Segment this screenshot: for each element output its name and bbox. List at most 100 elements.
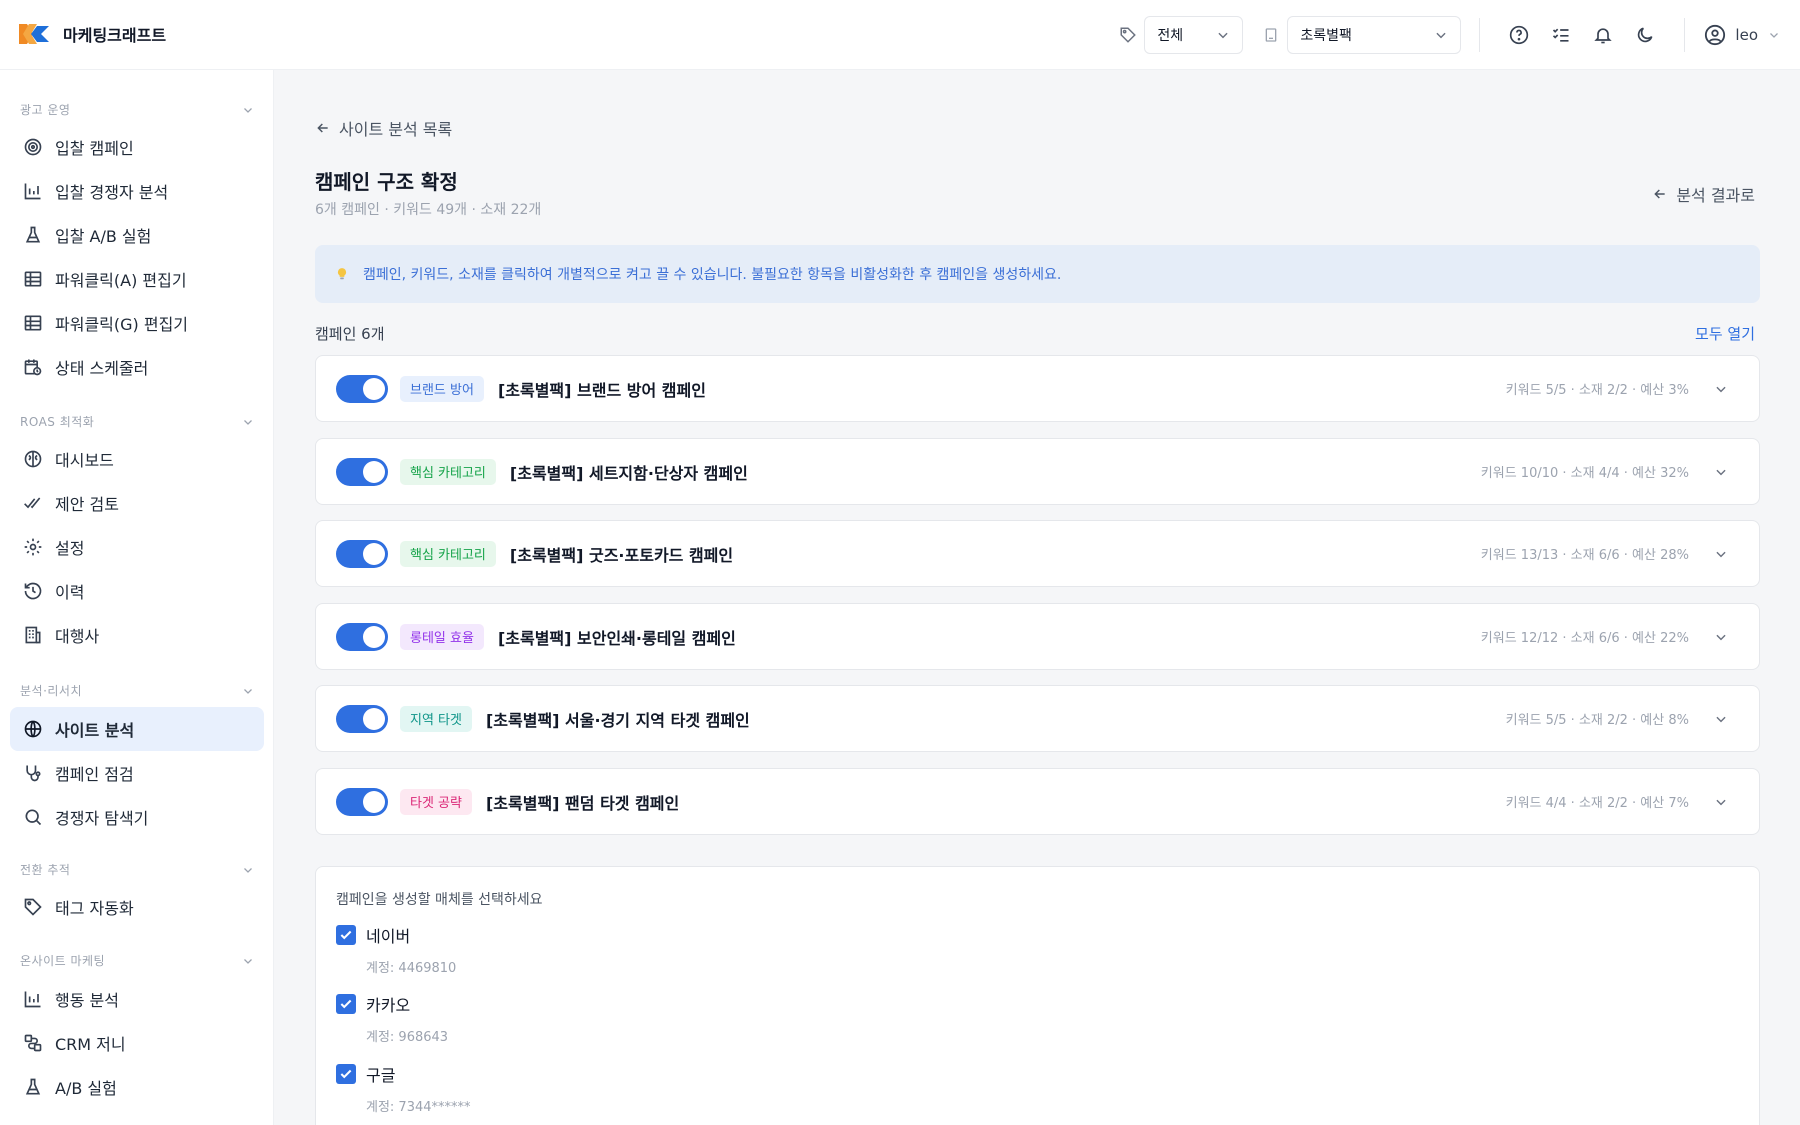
- sidebar-section-analysis[interactable]: 분석·리서치: [20, 682, 254, 699]
- sidebar-item-history[interactable]: 이력: [10, 569, 264, 613]
- sidebar-item-campaign-check[interactable]: 캠페인 점검: [10, 751, 264, 795]
- lightbulb-icon: [337, 268, 347, 280]
- back-to-list-link[interactable]: 사이트 분석 목록: [315, 116, 452, 140]
- media-account: 계정: 4469810: [366, 961, 457, 976]
- sidebar-item-ab-test[interactable]: A/B 실험: [10, 1065, 264, 1109]
- campaign-toggle[interactable]: [336, 622, 388, 651]
- sidebar-item-scheduler[interactable]: 상태 스케줄러: [10, 345, 264, 389]
- media-name: 카카오: [366, 996, 411, 1015]
- campaign-name: [초록별팩] 브랜드 방어 캠페인: [497, 380, 706, 400]
- sidebar-item-powerclick-g[interactable]: 파워클릭(G) 편집기: [10, 301, 264, 345]
- campaign-meta: 키워드 4/4 · 소재 2/2 · 예산 7%: [1505, 796, 1689, 811]
- sidebar-section-ads[interactable]: 광고 운영: [20, 101, 254, 118]
- sidebar-section-roas[interactable]: ROAS 최적화: [20, 413, 254, 430]
- campaign-row[interactable]: 지역 타겟 [초록별팩] 서울·경기 지역 타겟 캠페인 키워드 5/5 · 소…: [315, 685, 1760, 752]
- media-option-naver[interactable]: 네이버 계정: 4469810: [336, 923, 456, 976]
- filter-select[interactable]: 전체: [1144, 16, 1244, 54]
- calendar-clock-icon: [23, 357, 43, 377]
- chart-bar-icon: [23, 989, 43, 1009]
- campaign-name: [초록별팩] 보안인쇄·롱테일 캠페인: [497, 628, 736, 648]
- sidebar-item-powerclick-a[interactable]: 파워클릭(A) 편집기: [10, 257, 264, 301]
- back-to-results-link[interactable]: 분석 결과로: [1652, 182, 1755, 206]
- campaign-toggle[interactable]: [336, 704, 388, 733]
- campaign-meta: 키워드 10/10 · 소재 4/4 · 예산 32%: [1480, 466, 1689, 481]
- campaign-meta: 키워드 5/5 · 소재 2/2 · 예산 8%: [1505, 713, 1689, 728]
- chevron-down-icon: [244, 419, 252, 425]
- brain-icon: [23, 449, 43, 469]
- gear-icon: [23, 537, 43, 557]
- sidebar-item-site-analysis[interactable]: 사이트 분석: [10, 707, 264, 751]
- media-option-google[interactable]: 구글 계정: 7344******: [336, 1062, 471, 1115]
- chevron-down-icon[interactable]: [1713, 629, 1729, 645]
- history-icon: [23, 581, 43, 601]
- media-selection-panel: 캠페인을 생성할 매체를 선택하세요 네이버 계정: 4469810 카카오 계…: [315, 866, 1760, 1125]
- open-all-button[interactable]: 모두 열기: [1695, 323, 1755, 344]
- media-option-kakao[interactable]: 카카오 계정: 968643: [336, 992, 448, 1045]
- media-name: 구글: [366, 1066, 396, 1085]
- sidebar-item-competitor-explorer[interactable]: 경쟁자 탐색기: [10, 795, 264, 839]
- campaign-toggle[interactable]: [336, 787, 388, 816]
- sidebar-item-dashboard[interactable]: 대시보드: [10, 437, 264, 481]
- chevron-down-icon[interactable]: [1713, 464, 1729, 480]
- info-banner: 캠페인, 키워드, 소재를 클릭하여 개별적으로 켜고 끌 수 있습니다. 불필…: [315, 245, 1760, 303]
- globe-icon: [23, 719, 43, 739]
- header-divider: [1684, 18, 1686, 52]
- sidebar-item-suggestions[interactable]: 제안 검토: [10, 481, 264, 525]
- campaign-count-label: 캠페인 6개: [315, 325, 385, 343]
- sidebar-item-agency[interactable]: 대행사: [10, 613, 264, 657]
- chevron-down-icon: [244, 688, 252, 694]
- filter-select-value: 전체: [1157, 28, 1184, 44]
- campaign-meta: 키워드 5/5 · 소재 2/2 · 예산 3%: [1505, 383, 1689, 398]
- help-icon[interactable]: [1507, 23, 1531, 47]
- sidebar-item-bid-campaign[interactable]: 입찰 캠페인: [10, 125, 264, 169]
- campaign-badge: 브랜드 방어: [400, 375, 484, 402]
- logo-icon: [19, 22, 50, 46]
- moon-icon[interactable]: [1633, 23, 1657, 47]
- sidebar-item-tag-automation[interactable]: 태그 자동화: [10, 885, 264, 929]
- sidebar-item-crm-journey[interactable]: CRM 저니: [10, 1021, 264, 1065]
- chevron-down-icon: [1770, 33, 1778, 38]
- sidebar-item-behavior[interactable]: 행동 분석: [10, 977, 264, 1021]
- app-logo[interactable]: 마케팅크래프트: [19, 22, 166, 46]
- campaign-row[interactable]: 브랜드 방어 [초록별팩] 브랜드 방어 캠페인 키워드 5/5 · 소재 2/…: [315, 355, 1760, 422]
- sidebar-item-bid-ab[interactable]: 입찰 A/B 실험: [10, 213, 264, 257]
- campaign-row[interactable]: 핵심 카테고리 [초록별팩] 굿즈·포토카드 캠페인 키워드 13/13 · 소…: [315, 520, 1760, 587]
- campaign-meta: 키워드 13/13 · 소재 6/6 · 예산 28%: [1480, 548, 1689, 563]
- sidebar-section-conversion[interactable]: 전환 추적: [20, 861, 254, 878]
- search-icon: [23, 807, 43, 827]
- campaign-toggle[interactable]: [336, 457, 388, 486]
- tag-icon: [1118, 25, 1138, 45]
- sidebar-section-onsite[interactable]: 온사이트 마케팅: [20, 952, 254, 969]
- app-name: 마케팅크래프트: [63, 26, 167, 45]
- page-title: 캠페인 구조 확정: [315, 170, 458, 194]
- checkbox-checked[interactable]: [336, 994, 356, 1014]
- campaign-toggle[interactable]: [336, 374, 388, 403]
- campaign-row[interactable]: 핵심 카테고리 [초록별팩] 세트지함·단상자 캠페인 키워드 10/10 · …: [315, 438, 1760, 505]
- chevron-down-icon: [244, 867, 252, 873]
- chevron-down-icon[interactable]: [1713, 546, 1729, 562]
- chevron-down-icon[interactable]: [1713, 381, 1729, 397]
- campaign-row[interactable]: 롱테일 효율 [초록별팩] 보안인쇄·롱테일 캠페인 키워드 12/12 · 소…: [315, 603, 1760, 670]
- advertiser-select[interactable]: 초록별팩: [1287, 16, 1462, 54]
- tasks-icon[interactable]: [1549, 23, 1573, 47]
- checkbox-checked[interactable]: [336, 925, 356, 945]
- chevron-down-icon[interactable]: [1713, 711, 1729, 727]
- campaign-badge: 지역 타겟: [400, 705, 472, 732]
- sidebar-item-bid-competitor[interactable]: 입찰 경쟁자 분석: [10, 169, 264, 213]
- checkbox-checked[interactable]: [336, 1064, 356, 1084]
- user-menu[interactable]: leo: [1703, 23, 1780, 47]
- chevron-down-icon: [1436, 32, 1447, 39]
- campaign-toggle[interactable]: [336, 539, 388, 568]
- route-icon: [23, 1033, 43, 1053]
- target-icon: [23, 137, 43, 157]
- campaign-name: [초록별팩] 팬덤 타겟 캠페인: [485, 793, 680, 813]
- user-icon: [1703, 23, 1727, 47]
- chart-bar-icon: [23, 181, 43, 201]
- advertiser-select-value: 초록별팩: [1300, 28, 1352, 44]
- chevron-down-icon[interactable]: [1713, 794, 1729, 810]
- bell-icon[interactable]: [1591, 23, 1615, 47]
- flask-icon: [23, 1077, 43, 1097]
- stethoscope-icon: [23, 763, 43, 783]
- sidebar-item-settings[interactable]: 설정: [10, 525, 264, 569]
- campaign-row[interactable]: 타겟 공략 [초록별팩] 팬덤 타겟 캠페인 키워드 4/4 · 소재 2/2 …: [315, 768, 1760, 835]
